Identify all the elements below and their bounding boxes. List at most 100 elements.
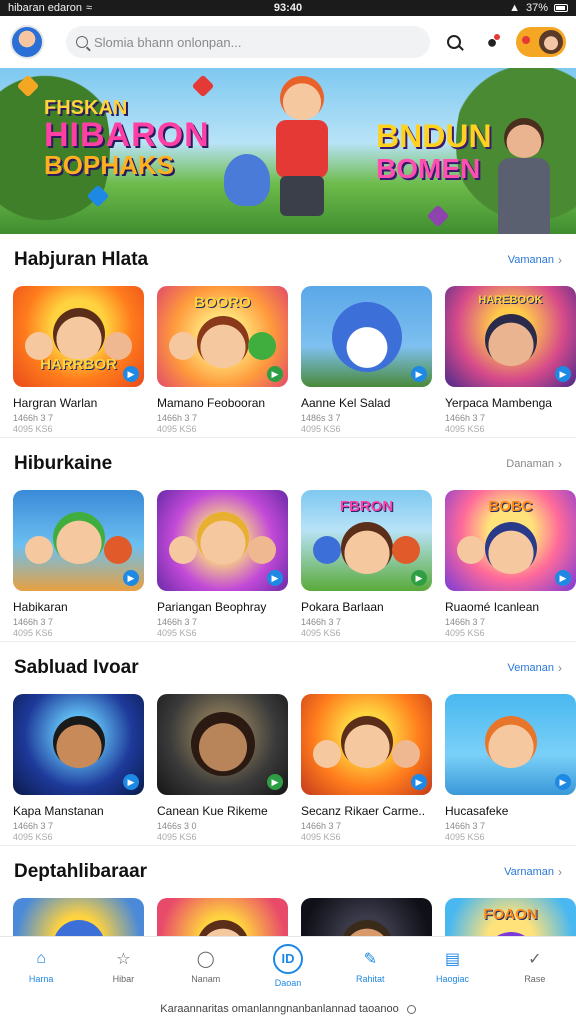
card-title: Pokara Barlaan (301, 600, 384, 614)
character-face (169, 332, 197, 360)
nav-label: Harna (28, 973, 54, 984)
card-meta: 1466h 3 7 (13, 821, 54, 831)
character-face (392, 740, 420, 768)
game-card[interactable]: ▶ Aanne Kel Salad 1486s 3 7 4095 KS6 (301, 286, 432, 434)
view-all-link[interactable]: Vamanan › (508, 253, 562, 267)
game-card[interactable]: FOAON (445, 898, 576, 936)
play-badge-icon: ▶ (555, 570, 571, 586)
game-card[interactable]: HAREBOOK ▶ Yerpaca Mambenga 1466h 3 7 40… (445, 286, 576, 434)
view-all-link[interactable]: Vemanan › (508, 661, 562, 675)
game-card[interactable]: ▶ Kapa Manstanan 1466h 3 7 4095 KS6 (13, 694, 144, 842)
view-all-link[interactable]: Varnaman › (504, 865, 562, 879)
view-all-link[interactable]: Danaman › (506, 457, 562, 471)
game-card[interactable]: ▶ Habikaran 1466h 3 7 4095 KS6 (13, 490, 144, 638)
character-face (196, 512, 249, 564)
check-icon: ✓ (528, 950, 542, 968)
game-card[interactable]: BOBC ▶ Ruaomé Icanlean 1466h 3 7 4095 KS… (445, 490, 576, 638)
search-input[interactable]: Slomia bhann onlonpan... (94, 35, 241, 50)
bottom-navigation: ⌂ Harna ☆ Hibar ◯ Nanam ID Daoan ✎ Rahit… (0, 936, 576, 994)
card-meta: 1466h 3 7 (301, 617, 342, 627)
card-meta: 4095 KS6 (301, 628, 341, 638)
notification-button[interactable]: ● (478, 28, 506, 56)
card-title: Hucasafeke (445, 804, 509, 818)
character-face (52, 920, 105, 936)
boy-head (504, 118, 544, 158)
character-face (248, 536, 276, 564)
section-header: Deptahlibaraar Varnaman › (0, 846, 576, 898)
content-area: Habjuran Hlata Vamanan › HARRBOR ▶ Hargra… (0, 234, 576, 936)
nav-item-haogiac[interactable]: ▤ Haogiac (411, 937, 493, 994)
card-meta: 4095 KS6 (157, 628, 197, 638)
app-avatar[interactable] (10, 25, 44, 59)
thumbnail-text: BOORO (194, 294, 251, 311)
section-title: Hiburkaine (14, 453, 113, 474)
book-icon: ▤ (444, 950, 461, 968)
character-face (313, 536, 341, 564)
game-card[interactable]: ▶ Pariangan Beophray 1466h 3 7 4095 KS6 (157, 490, 288, 638)
card-row: HARRBOR ▶ Hargran Warlan 1466h 3 7 4095 … (0, 286, 576, 434)
nav-item-daoan[interactable]: ID Daoan (247, 937, 329, 994)
game-card[interactable]: FBRON ▶ Pokara Barlaan 1466h 3 7 4095 KS… (301, 490, 432, 638)
game-card[interactable]: ▶ Canean Kue Rikeme 1466s 3 0 4095 KS6 (157, 694, 288, 842)
thumbnail-text: FBRON (339, 498, 394, 515)
game-thumbnail: BOBC ▶ (445, 490, 576, 591)
character-face (484, 716, 537, 768)
view-all-label: Varnaman (504, 866, 554, 878)
banner-title-left: FHSKAN HIBARON BOPHAKS (44, 98, 224, 178)
card-meta: 1466h 3 7 (445, 821, 486, 831)
game-thumbnail: ▶ (157, 490, 288, 591)
nav-label: Hibar (112, 973, 135, 984)
card-meta: 4095 KS6 (445, 424, 485, 434)
game-card[interactable]: ▶ Secanz Rikaer Carme.. 1466h 3 7 4095 K… (301, 694, 432, 842)
nav-item-nanam[interactable]: ◯ Nanam (165, 937, 247, 994)
thumbnail-text: HAREBOOK (478, 294, 543, 306)
edit-icon: ✎ (363, 950, 377, 968)
game-card[interactable]: HARRBOR ▶ Hargran Warlan 1466h 3 7 4095 … (13, 286, 144, 434)
character-face (190, 712, 255, 776)
section: Habjuran Hlata Vamanan › HARRBOR ▶ Hargra… (0, 234, 576, 437)
game-card[interactable] (157, 898, 288, 936)
chat-icon: ◯ (196, 950, 215, 968)
nav-item-rahitat[interactable]: ✎ Rahitat (329, 937, 411, 994)
character-face (484, 314, 537, 366)
gem-decoration (191, 74, 215, 98)
character-face (169, 536, 197, 564)
card-row: FOAON (0, 898, 576, 936)
search-icon (76, 36, 88, 48)
character-face (340, 920, 393, 936)
card-title: Aanne Kel Salad (301, 396, 391, 410)
character-face (52, 716, 105, 768)
nav-item-home[interactable]: ⌂ Harna (0, 937, 82, 994)
section-header: Hiburkaine Danaman › (0, 438, 576, 490)
hero-head (280, 76, 324, 120)
gem-decoration (426, 204, 450, 228)
character-face (248, 332, 276, 360)
banner-line: BOPHAKS (44, 150, 175, 180)
game-thumbnail: FBRON ▶ (301, 490, 432, 591)
search-button[interactable] (440, 28, 468, 56)
game-card[interactable]: ▶ Hucasafeke 1466h 3 7 4095 KS6 (445, 694, 576, 842)
nav-label: Rahitat (356, 973, 385, 984)
card-meta: 4095 KS6 (13, 424, 53, 434)
card-title: Yerpaca Mambenga (445, 396, 552, 410)
card-title: Mamano Feobooran (157, 396, 266, 410)
card-meta: 4095 KS6 (13, 832, 53, 842)
game-thumbnail: BOORO ▶ (157, 286, 288, 387)
status-dot (522, 36, 530, 44)
chevron-right-icon: › (558, 865, 562, 879)
card-meta: 1466h 3 7 (13, 617, 54, 627)
profile-button[interactable] (516, 27, 566, 57)
circle-icon[interactable] (406, 1004, 416, 1014)
search-bar[interactable]: Slomia bhann onlonpan... (66, 26, 430, 58)
nav-item-rase[interactable]: ✓ Rase (494, 937, 576, 994)
character-face (340, 522, 393, 574)
hero-banner[interactable]: FHSKAN HIBARON BOPHAKS BNDUN BOMEN (0, 68, 576, 234)
banner-line: BNDUN (376, 118, 492, 154)
game-card[interactable] (301, 898, 432, 936)
thumbnail-text: BOBC (488, 498, 533, 515)
footer-bar: Karaannaritas omanlanngnanbanlannad taoa… (0, 994, 576, 1024)
game-card[interactable]: BOORO ▶ Mamano Feobooran 1466h 3 7 4095 … (157, 286, 288, 434)
game-card[interactable] (13, 898, 144, 936)
nav-item-hibar[interactable]: ☆ Hibar (82, 937, 164, 994)
play-badge-icon: ▶ (123, 570, 139, 586)
